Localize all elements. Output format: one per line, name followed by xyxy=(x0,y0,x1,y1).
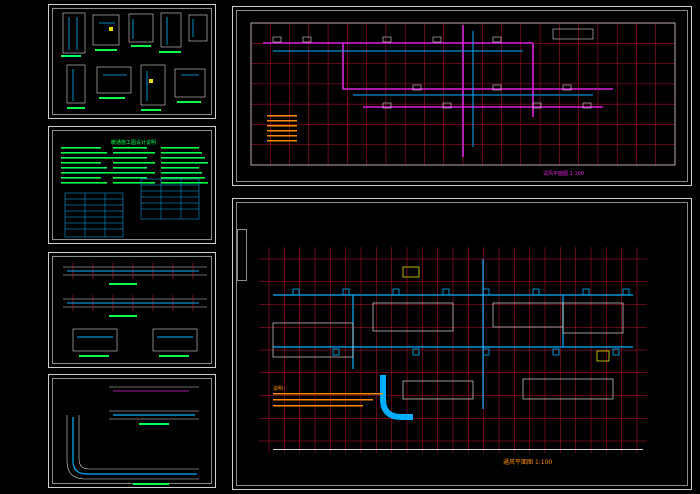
ventilation-plan-sheet: 试风平面图 1:100 xyxy=(232,6,692,186)
smoke-plan-title: 通风平面图 1:100 xyxy=(503,457,552,466)
section-drawings xyxy=(63,263,207,357)
smoke-plan-drawing xyxy=(259,247,647,453)
section-sheet xyxy=(48,252,216,368)
smoke-plan-sheet: 说明： 通风平面图 1:100 xyxy=(232,198,692,490)
ventilation-plan-drawing xyxy=(250,22,676,166)
detail-sheet xyxy=(48,4,216,119)
legend-drawings xyxy=(61,147,208,238)
ventilation-plan-scale: 1:100 xyxy=(569,171,585,177)
smoke-plan-notes-heading: 说明： xyxy=(273,386,289,392)
ramp-drawings xyxy=(66,386,199,485)
ventilation-plan-title-text: 试风平面图 xyxy=(543,171,569,177)
detail-drawings xyxy=(61,12,208,111)
smoke-plan-scale: 1:100 xyxy=(534,459,553,466)
ventilation-plan-title: 试风平面图 1:100 xyxy=(543,170,584,177)
smoke-plan-title-text: 通风平面图 xyxy=(503,459,534,466)
legend-sheet: 暖通施工图设计说明 xyxy=(48,126,216,244)
ramp-sheet xyxy=(48,374,216,488)
